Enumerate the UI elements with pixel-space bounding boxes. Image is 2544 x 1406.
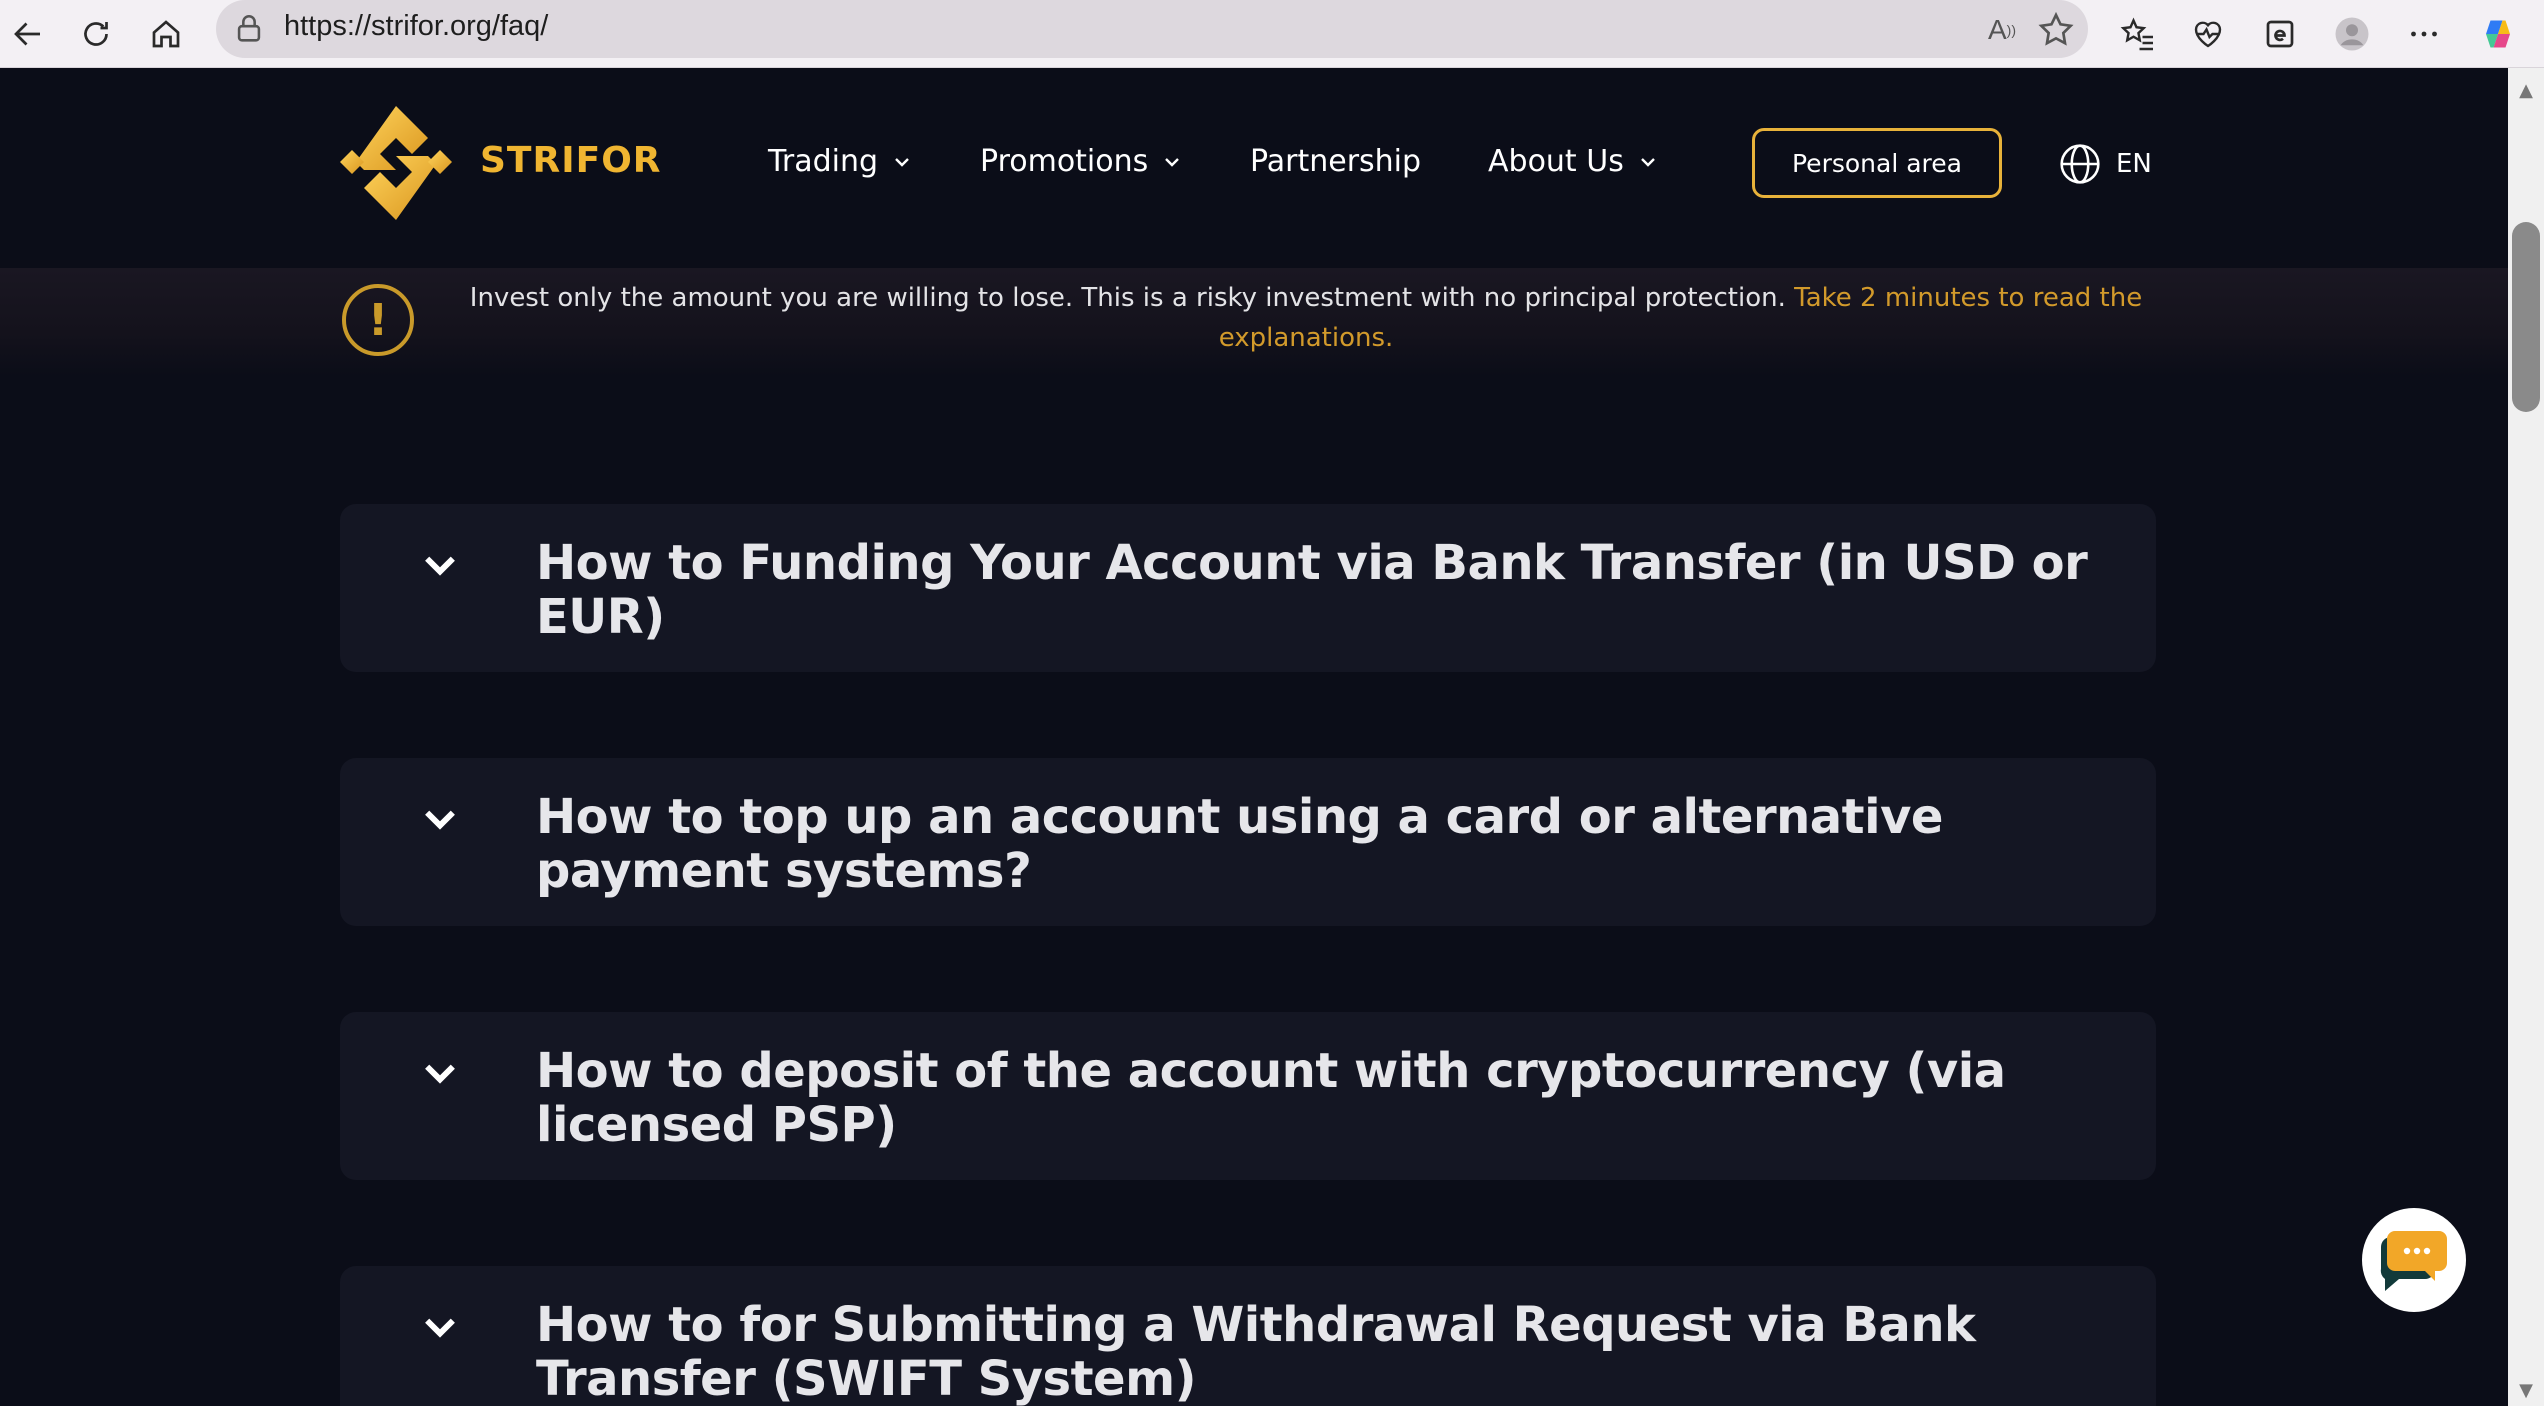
ie-mode-button[interactable] [2252, 6, 2308, 62]
brand-name[interactable]: STRIFOR [480, 140, 662, 181]
scroll-up-icon[interactable]: ▲ [2512, 76, 2540, 104]
chevron-down-icon[interactable] [418, 544, 462, 588]
ie-mode-icon [2266, 20, 2294, 48]
browser-toolbar: https://strifor.org/faq/ A)) [0, 0, 2544, 68]
language-label: EN [2116, 149, 2152, 179]
health-icon [2194, 21, 2222, 48]
more-button[interactable] [2396, 6, 2452, 62]
nav-partnership[interactable]: Partnership [1250, 144, 1421, 179]
chevron-down-icon[interactable] [418, 1306, 462, 1350]
warning-icon: ! [342, 284, 414, 356]
nav-partnership-label: Partnership [1250, 144, 1422, 179]
chat-icon [2380, 1231, 2447, 1291]
url-text[interactable]: https://strifor.org/faq/ [284, 10, 548, 43]
faq-question[interactable]: How to top up an account using a card or… [536, 790, 2116, 898]
refresh-icon [84, 22, 108, 46]
nav-promotions[interactable]: Promotions [980, 144, 1182, 179]
chevron-down-icon [1165, 157, 1180, 167]
strifor-logo-icon[interactable] [338, 104, 454, 222]
faq-question[interactable]: How to Funding Your Account via Bank Tra… [536, 536, 2116, 644]
chat-widget-button[interactable] [2362, 1208, 2466, 1312]
home-button[interactable] [138, 6, 194, 62]
favorites-button[interactable] [2110, 6, 2166, 62]
favorite-star-icon[interactable] [2036, 10, 2076, 50]
nav-trading[interactable]: Trading [768, 144, 912, 179]
faq-item[interactable]: How to for Submitting a Withdrawal Reque… [340, 1266, 2156, 1406]
risk-warning-text: Invest only the amount you are willing t… [456, 278, 2156, 358]
faq-item[interactable]: How to top up an account using a card or… [340, 758, 2156, 926]
globe-icon [2060, 144, 2100, 184]
risk-warning-message: Invest only the amount you are willing t… [469, 283, 1795, 313]
back-icon [14, 22, 40, 46]
lock-icon [237, 15, 261, 42]
read-aloud-icon[interactable]: A)) [1982, 10, 2022, 50]
refresh-button[interactable] [68, 6, 124, 62]
home-icon [152, 20, 180, 48]
personal-area-button[interactable]: Personal area [1752, 128, 2002, 198]
site-header: STRIFOR Trading Promotions Partnership A… [0, 68, 2508, 268]
more-icon [2411, 31, 2437, 37]
address-bar[interactable]: https://strifor.org/faq/ A)) [216, 0, 2088, 58]
faq-question[interactable]: How to for Submitting a Withdrawal Reque… [536, 1298, 2116, 1406]
nav-promotions-label: Promotions [980, 144, 1149, 179]
copilot-icon [2486, 20, 2510, 48]
back-button[interactable] [0, 6, 56, 62]
scroll-down-icon[interactable]: ▼ [2512, 1376, 2540, 1404]
chevron-down-icon[interactable] [418, 798, 462, 842]
faq-item[interactable]: How to Funding Your Account via Bank Tra… [340, 504, 2156, 672]
profile-button[interactable] [2324, 6, 2380, 62]
scrollbar-thumb[interactable] [2512, 222, 2540, 412]
chevron-down-icon [895, 157, 909, 167]
health-button[interactable] [2180, 6, 2236, 62]
nav-about-us[interactable]: About Us [1488, 144, 1658, 179]
nav-trading-label: Trading [768, 144, 879, 179]
copilot-button[interactable] [2470, 6, 2526, 62]
faq-question[interactable]: How to deposit of the account with crypt… [536, 1044, 2116, 1152]
profile-icon [2335, 17, 2369, 51]
faq-item[interactable]: How to deposit of the account with crypt… [340, 1012, 2156, 1180]
chevron-down-icon[interactable] [418, 1052, 462, 1096]
language-selector[interactable]: EN [2058, 142, 2152, 186]
chevron-down-icon [1640, 157, 1655, 167]
favorites-icon [2120, 17, 2153, 51]
web-page: STRIFOR Trading Promotions Partnership A… [0, 68, 2508, 1406]
nav-about-us-label: About Us [1488, 144, 1624, 179]
